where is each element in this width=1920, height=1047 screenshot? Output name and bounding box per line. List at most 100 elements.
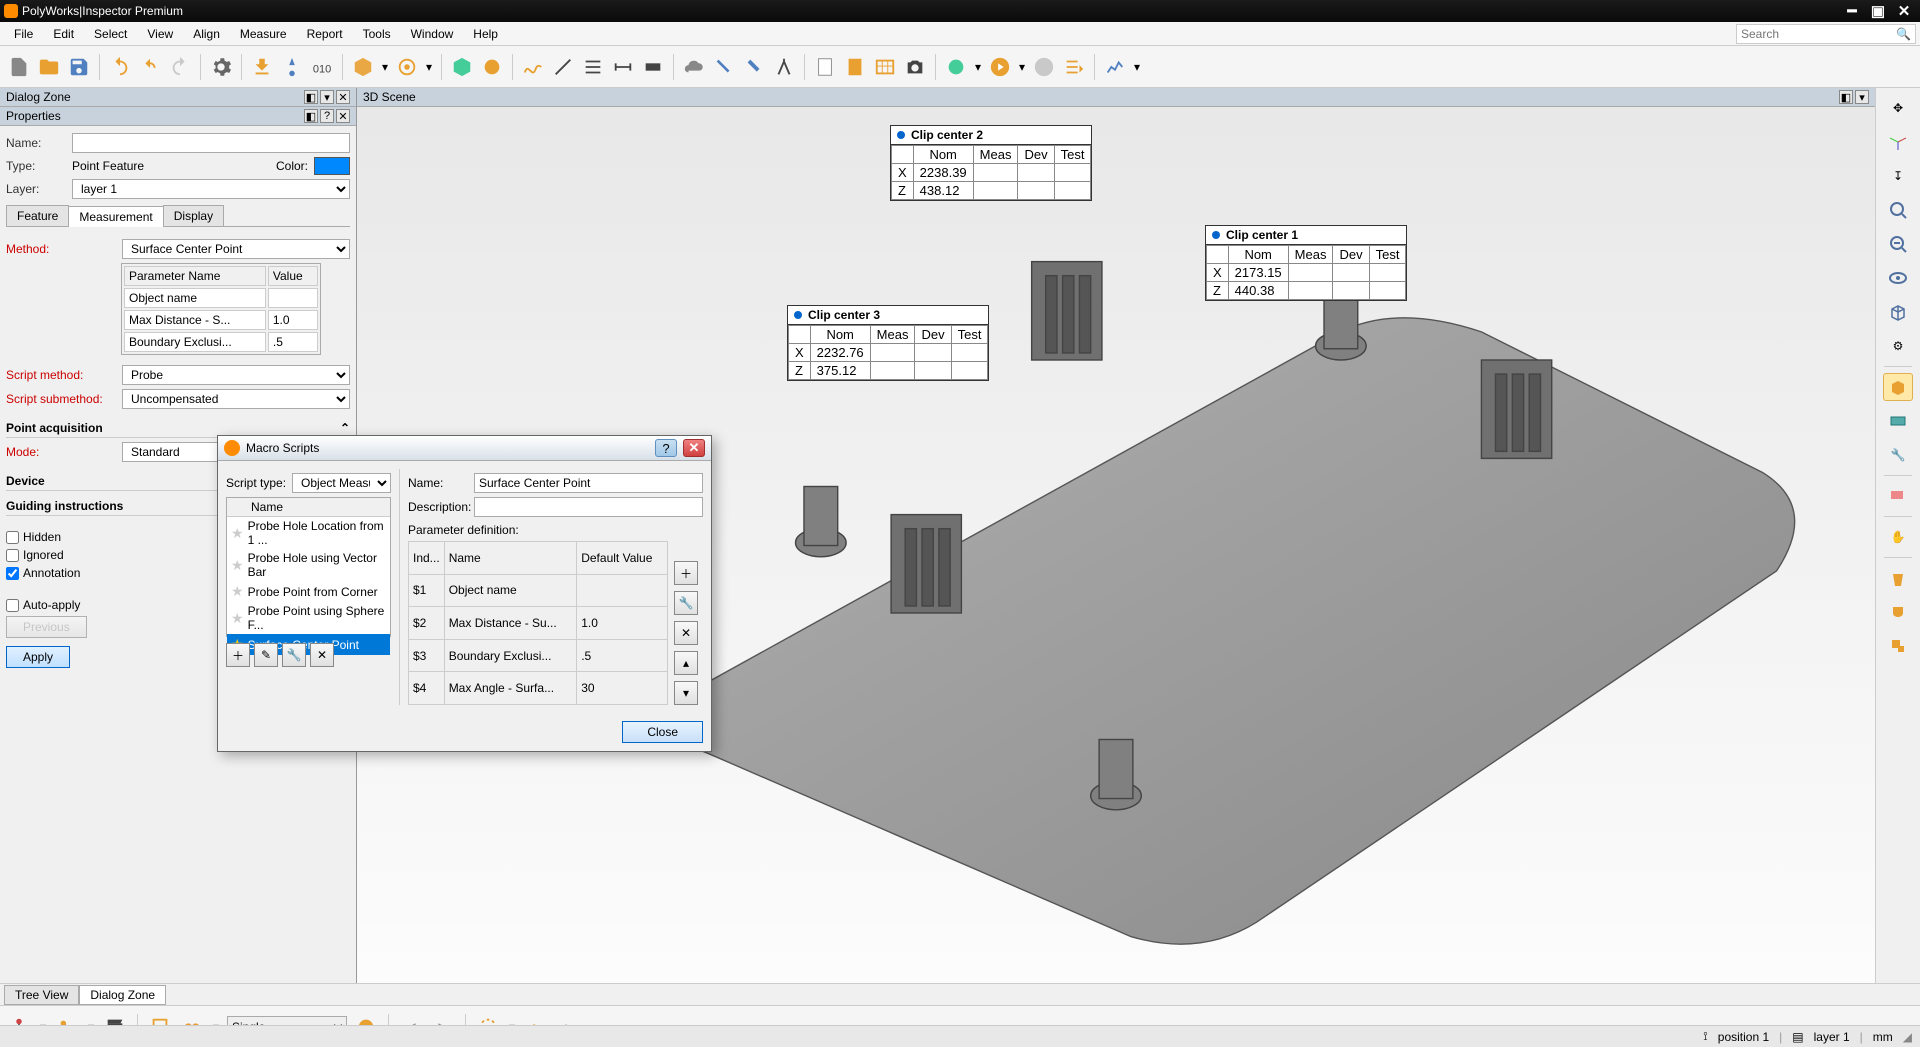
delete-param-button[interactable]: ✕	[674, 621, 698, 645]
box-green-icon[interactable]	[449, 54, 475, 80]
ignored-checkbox[interactable]	[6, 549, 19, 562]
properties-close-icon[interactable]: ✕	[336, 109, 350, 123]
spline-icon[interactable]	[520, 54, 546, 80]
script-type-select[interactable]: Object Measurem	[292, 473, 391, 493]
stop-icon[interactable]	[1031, 54, 1057, 80]
gauge-icon[interactable]	[640, 54, 666, 80]
scene-pin-icon[interactable]: ◧	[1839, 90, 1853, 104]
param-row[interactable]: $3Boundary Exclusi....5	[409, 639, 668, 672]
table-icon[interactable]	[872, 54, 898, 80]
wrench-icon[interactable]: 🔧	[1883, 441, 1913, 469]
resize-grip-icon[interactable]: ◢	[1903, 1030, 1912, 1044]
dialog-close-button[interactable]: ✕	[683, 439, 705, 457]
auto-apply-checkbox[interactable]	[6, 599, 19, 612]
delete-script-button[interactable]: ✕	[310, 643, 334, 667]
collapse-icon[interactable]: ⌃	[340, 421, 350, 435]
undo-icon[interactable]	[107, 54, 133, 80]
hidden-checkbox[interactable]	[6, 531, 19, 544]
open-icon[interactable]	[36, 54, 62, 80]
axis-icon[interactable]	[1883, 128, 1913, 156]
script-item[interactable]: ★Probe Hole using Vector Bar	[227, 549, 390, 581]
script-item[interactable]: ★Probe Point from Corner	[227, 581, 390, 602]
caliper2-icon[interactable]	[741, 54, 767, 80]
add-report-icon[interactable]	[842, 54, 868, 80]
hand-icon[interactable]: ✋	[1883, 523, 1913, 551]
digits-icon[interactable]: 010	[309, 54, 335, 80]
menu-measure[interactable]: Measure	[230, 24, 297, 44]
shaded-view-icon[interactable]	[1883, 373, 1913, 401]
zoom-area-icon[interactable]	[1883, 230, 1913, 258]
anchor-icon[interactable]: ↧	[1883, 162, 1913, 190]
probe-icon[interactable]	[279, 54, 305, 80]
menu-align[interactable]: Align	[183, 24, 230, 44]
center-view-icon[interactable]: ✥	[1883, 94, 1913, 122]
apply-button[interactable]: Apply	[6, 646, 70, 668]
param-row[interactable]: $2Max Distance - Su...1.0	[409, 607, 668, 640]
menu-file[interactable]: File	[4, 24, 43, 44]
panel-dropdown-icon[interactable]: ▾	[320, 90, 334, 104]
star-icon[interactable]: ★	[231, 525, 244, 542]
scene-dropdown-icon[interactable]: ▾	[1855, 90, 1869, 104]
sequence-dropdown[interactable]: ▾	[973, 60, 983, 74]
callout[interactable]: Clip center 3NomMeasDevTestX2232.76Z375.…	[787, 305, 989, 381]
edit-param-button[interactable]: 🔧	[674, 591, 698, 615]
chart-dropdown[interactable]: ▾	[1132, 60, 1142, 74]
param-row[interactable]: $4Max Angle - Surfa...30	[409, 672, 668, 705]
menu-select[interactable]: Select	[84, 24, 137, 44]
tag-icon[interactable]	[1883, 482, 1913, 510]
script-item[interactable]: ★Probe Hole Location from 1 ...	[227, 517, 390, 549]
report-icon[interactable]	[812, 54, 838, 80]
param-row[interactable]: $1Object name	[409, 574, 668, 607]
callout[interactable]: Clip center 2NomMeasDevTestX2238.39Z438.…	[890, 125, 1092, 201]
config-script-button[interactable]: 🔧	[282, 643, 306, 667]
menu-tools[interactable]: Tools	[353, 24, 401, 44]
search-box[interactable]: 🔍	[1736, 24, 1916, 44]
edit-script-button[interactable]: ✎	[254, 643, 278, 667]
add-param-button[interactable]: ＋	[674, 561, 698, 585]
dialog-help-button[interactable]: ?	[655, 439, 677, 457]
box-view-icon[interactable]	[1883, 298, 1913, 326]
play-dropdown[interactable]: ▾	[1017, 60, 1027, 74]
menu-report[interactable]: Report	[297, 24, 353, 44]
menu-window[interactable]: Window	[401, 24, 464, 44]
caliper-icon[interactable]	[711, 54, 737, 80]
line-icon[interactable]	[550, 54, 576, 80]
star-icon[interactable]: ★	[231, 583, 244, 600]
layer-select[interactable]: layer 1	[72, 179, 350, 199]
close-button[interactable]: ✕	[1892, 2, 1916, 20]
compass-icon[interactable]	[771, 54, 797, 80]
menu-edit[interactable]: Edit	[43, 24, 84, 44]
cube-orange-icon[interactable]	[479, 54, 505, 80]
redo-icon[interactable]	[167, 54, 193, 80]
script-method-select[interactable]: Probe	[122, 365, 350, 385]
list-play-icon[interactable]	[1061, 54, 1087, 80]
star-icon[interactable]: ★	[231, 610, 244, 627]
options-icon[interactable]	[208, 54, 234, 80]
import-icon[interactable]	[249, 54, 275, 80]
macro-close-button[interactable]: Close	[622, 721, 703, 743]
cube-icon[interactable]	[350, 54, 376, 80]
annotation-checkbox[interactable]	[6, 567, 19, 580]
tab-feature[interactable]: Feature	[6, 205, 69, 226]
panel-close-icon[interactable]: ✕	[336, 90, 350, 104]
macro-name-input[interactable]	[474, 473, 703, 493]
menu-help[interactable]: Help	[463, 24, 508, 44]
sequence-icon[interactable]	[943, 54, 969, 80]
move-down-button[interactable]: ▾	[674, 681, 698, 705]
cloud-icon[interactable]	[681, 54, 707, 80]
method-select[interactable]: Surface Center Point	[122, 239, 350, 259]
tab-measurement[interactable]: Measurement	[68, 206, 163, 227]
bottom-tab-dialog[interactable]: Dialog Zone	[79, 985, 166, 1005]
target-dropdown[interactable]: ▾	[424, 60, 434, 74]
dimension-icon[interactable]	[610, 54, 636, 80]
extract-icon[interactable]	[1883, 632, 1913, 660]
cube-dropdown[interactable]: ▾	[380, 60, 390, 74]
target-icon[interactable]	[394, 54, 420, 80]
macro-desc-input[interactable]	[474, 497, 703, 517]
menu-view[interactable]: View	[137, 24, 183, 44]
shape-icon[interactable]	[1883, 598, 1913, 626]
properties-pin-icon[interactable]: ◧	[304, 109, 318, 123]
script-item[interactable]: ★Probe Point using Sphere F...	[227, 602, 390, 634]
name-input[interactable]	[72, 133, 350, 153]
save-icon[interactable]	[66, 54, 92, 80]
